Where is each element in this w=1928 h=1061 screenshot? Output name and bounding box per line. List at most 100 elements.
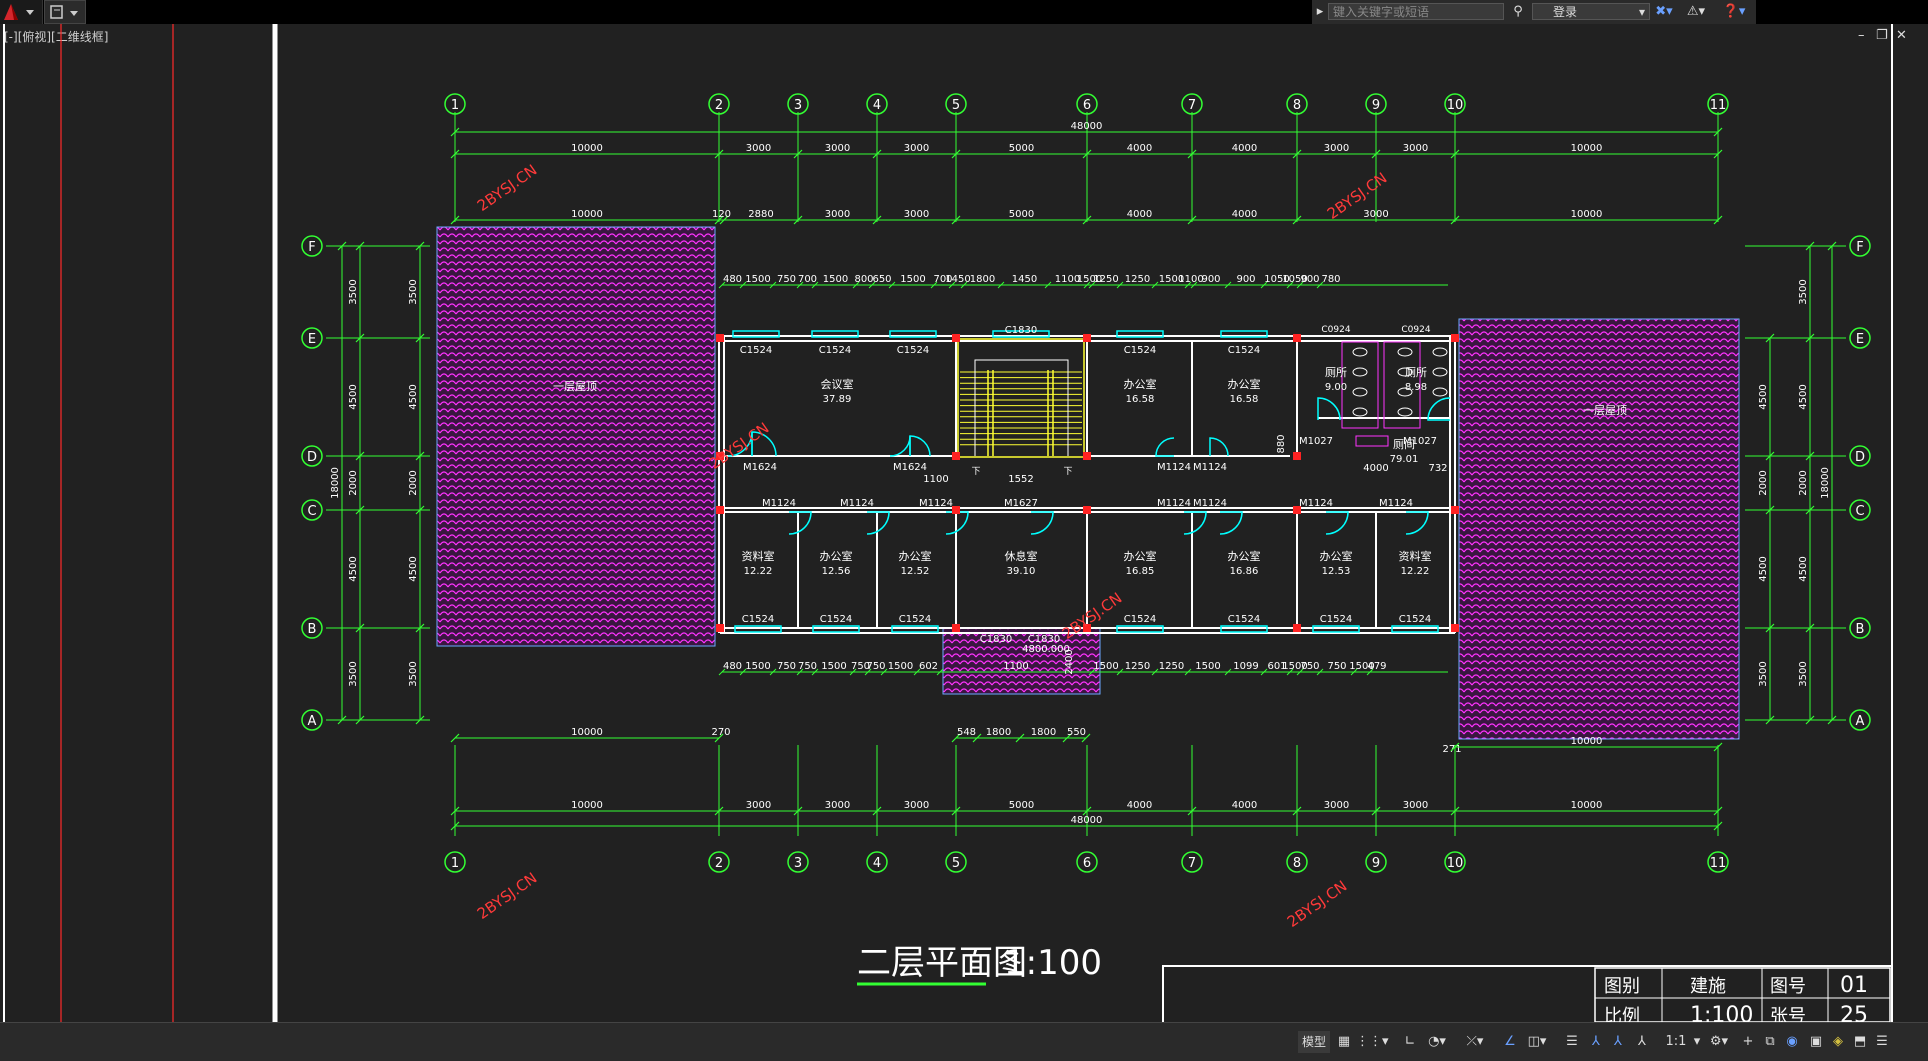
axis-label: 9 — [1372, 856, 1380, 871]
model-tab[interactable]: 模型 — [1298, 1031, 1330, 1053]
hardware-acceleration-icon[interactable]: ▣ — [1806, 1031, 1826, 1053]
dim-vertical: 3500 — [348, 661, 359, 686]
fullscreen-icon[interactable]: ⬒ — [1850, 1031, 1870, 1053]
room-area: 9.00 — [1325, 382, 1347, 393]
dim-vertical: 4500 — [1798, 384, 1809, 409]
quick-access-icon — [50, 5, 78, 19]
axis-label: 4 — [873, 98, 881, 113]
dim-axis: 3000 — [825, 800, 850, 811]
drawing-canvas[interactable]: 一层屋顶一层屋顶 下下 C1524 C1524 C1524 C1524 C1524C18… — [0, 24, 1928, 1022]
units-icon[interactable]: ⧉ — [1760, 1031, 1780, 1053]
room-name: 办公室 — [820, 549, 853, 563]
search-input[interactable]: 键入关键字或短语 — [1328, 3, 1504, 20]
axis-label: 11 — [1710, 856, 1727, 871]
title-block-cell: 比例 — [1604, 1006, 1640, 1022]
door-tag: M1124 — [919, 498, 953, 509]
dim-axis: 10000 — [571, 209, 603, 220]
dim-window: 900 — [1300, 274, 1319, 285]
window-tag: C1524 — [1320, 614, 1352, 625]
title-block: 图别 建施 图号 01 比例 1:100 张号 25 — [1162, 965, 1893, 1022]
dim-axis: 10000 — [1571, 143, 1603, 154]
door-tag: M1624 — [893, 462, 927, 473]
window-tag: C1524 — [1228, 614, 1260, 625]
workspace-gear-icon[interactable]: ⚙▾ — [1704, 1031, 1734, 1053]
window-tag: C1524 — [740, 345, 772, 356]
room-name: 办公室 — [1124, 377, 1157, 391]
axis-label: 9 — [1372, 98, 1380, 113]
binoculars-icon[interactable]: ⚲ — [1508, 3, 1528, 20]
door-tag: M1124 — [1193, 462, 1227, 473]
isolate-objects-icon[interactable]: ◉ — [1782, 1031, 1802, 1053]
watermark-text: 2BYSJ.CN — [474, 869, 541, 923]
roof-label: 一层屋顶 — [553, 380, 597, 393]
quick-access-toolbar[interactable] — [44, 0, 86, 24]
door-tag: M1124 — [1379, 498, 1413, 509]
axis-label: 6 — [1083, 98, 1091, 113]
door-tag: M1124 — [1157, 462, 1191, 473]
selection-cycle-icon[interactable]: ◫▾ — [1522, 1031, 1552, 1053]
polar-icon[interactable]: ◔▾ — [1422, 1031, 1452, 1053]
otrack-icon[interactable]: ∠ — [1500, 1031, 1520, 1053]
customize-menu-icon[interactable]: ☰ — [1872, 1031, 1892, 1053]
expand-arrow-icon[interactable]: ▸ — [1314, 3, 1326, 20]
title-block-cell: 图号 — [1770, 976, 1806, 997]
window-tag: C1524 — [819, 345, 851, 356]
dim-axis: 10000 — [571, 143, 603, 154]
dim-vertical: 3500 — [1758, 661, 1769, 686]
dim-vertical: 2000 — [1798, 470, 1809, 495]
clean-screen-icon[interactable]: ◈ — [1828, 1031, 1848, 1053]
dim-axis: 5000 — [1009, 800, 1034, 811]
title-block-cell: 建施 — [1690, 976, 1726, 997]
door-tag: M1124 — [1193, 498, 1227, 509]
stair-label: 下 — [1063, 467, 1072, 477]
window-tag: C1524 — [1399, 614, 1431, 625]
window-tag: C1524 — [1124, 614, 1156, 625]
auto-scale-icon[interactable]: ⅄ — [1608, 1031, 1628, 1053]
grid-icon[interactable]: ▦ — [1334, 1031, 1354, 1053]
room-name: 资料室 — [742, 549, 775, 563]
door-tag: M1124 — [1157, 498, 1191, 509]
exchange-icon[interactable]: ✖▾ — [1650, 3, 1678, 20]
plus-icon[interactable]: + — [1738, 1031, 1758, 1053]
application-menu-button[interactable] — [0, 0, 43, 24]
osnap-icon[interactable]: ⤫▾ — [1460, 1031, 1490, 1053]
axis-label: 5 — [952, 856, 960, 871]
dim-vertical: 3500 — [1798, 279, 1809, 304]
annotation-scale-icon[interactable]: ⅄ — [1632, 1031, 1652, 1053]
axis-label: 3 — [794, 856, 802, 871]
dim-porch: 1800 — [986, 727, 1011, 738]
dim-window: 1450 — [945, 274, 970, 285]
ortho-icon[interactable]: ∟ — [1400, 1031, 1420, 1053]
dim-window: 900 — [1201, 274, 1220, 285]
roof-label: 一层屋顶 — [1583, 404, 1627, 417]
annotation-scale[interactable]: 1:1 — [1662, 1031, 1690, 1053]
window-tag: C1524 — [897, 345, 929, 356]
room-name: 会议室 — [821, 377, 854, 391]
axis-label: F — [1856, 240, 1863, 255]
dim-window: 1500 — [1195, 661, 1220, 672]
axis-label: 8 — [1293, 98, 1301, 113]
snap-icon[interactable]: ⋮⋮▾ — [1356, 1031, 1389, 1053]
login-dropdown[interactable]: 登录 ▾ — [1532, 3, 1650, 20]
stair-label: 下 — [971, 467, 980, 477]
dim-vertical: 3500 — [408, 661, 419, 686]
room-name: 办公室 — [1228, 549, 1261, 563]
dim-window: 1500 — [888, 661, 913, 672]
chevron-down-icon[interactable]: ▾ — [1690, 1031, 1704, 1053]
lineweight-icon[interactable]: ☰ — [1562, 1031, 1582, 1053]
autocad-logo-icon — [4, 4, 34, 20]
room-name: 办公室 — [1228, 377, 1261, 391]
dim-axis: 120 — [712, 209, 731, 220]
dim-window: 900 — [1236, 274, 1255, 285]
dim-vertical: 3500 — [1798, 661, 1809, 686]
help-icon[interactable]: ❓▾ — [1718, 3, 1750, 20]
annotation-visibility-icon[interactable]: ⅄ — [1586, 1031, 1606, 1053]
dim-window: 602 — [919, 661, 938, 672]
dim-axis: 5000 — [1009, 143, 1034, 154]
window-tag: C1524 — [1228, 345, 1260, 356]
axis-label: B — [1856, 622, 1865, 637]
room-name: 办公室 — [1320, 549, 1353, 563]
a360-icon[interactable]: ⚠▾ — [1680, 3, 1712, 20]
dim-window: 750 — [866, 661, 885, 672]
dim-vertical: 4500 — [1798, 556, 1809, 581]
